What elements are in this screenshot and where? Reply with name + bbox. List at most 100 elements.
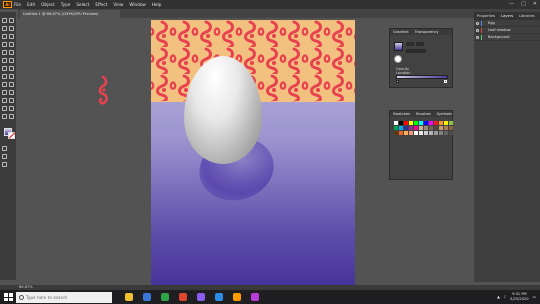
layer-row[interactable]: Leaf shadow (474, 27, 540, 34)
paintbrush-tool-icon[interactable] (9, 50, 14, 55)
rectangle-tool-icon[interactable] (2, 50, 7, 55)
volume-icon[interactable]: ♪ (504, 295, 506, 299)
hand-tool-icon[interactable] (2, 114, 7, 119)
artboard[interactable] (151, 20, 355, 285)
color-swatch[interactable] (439, 131, 443, 135)
tab-layers[interactable]: Layers (501, 12, 513, 20)
network-icon[interactable]: ▲ (497, 295, 500, 299)
close-icon[interactable]: ✕ (533, 1, 537, 7)
menu-object[interactable]: Object (41, 2, 55, 7)
type-tool-icon[interactable] (2, 42, 7, 47)
taskbar-clock[interactable]: 9:31 PM 5/25/2020 (510, 292, 528, 302)
gradient-type-radial-icon[interactable] (416, 42, 424, 46)
color-swatch[interactable] (434, 121, 438, 125)
color-swatch[interactable] (444, 126, 448, 130)
slice-tool-icon[interactable] (9, 106, 14, 111)
taskbar-search-input[interactable]: Type here to search (16, 291, 112, 303)
color-swatch[interactable] (444, 131, 448, 135)
color-swatch[interactable] (424, 131, 428, 135)
menu-type[interactable]: Type (61, 2, 71, 7)
eyedropper-tool-icon[interactable] (2, 98, 7, 103)
color-swatch[interactable] (409, 121, 413, 125)
tab-transparency[interactable]: Transparency (415, 29, 439, 35)
tab-gradient[interactable]: Gradient (393, 29, 409, 35)
rotate-tool-icon[interactable] (2, 66, 7, 71)
tab-libraries[interactable]: Libraries (519, 12, 535, 20)
mesh-tool-icon[interactable] (2, 90, 7, 95)
layer-row[interactable]: Egg (474, 20, 540, 27)
color-swatch[interactable] (419, 131, 423, 135)
swirl-motif-icon[interactable] (96, 75, 110, 105)
color-swatch[interactable] (429, 121, 433, 125)
eraser-tool-icon[interactable] (9, 58, 14, 63)
shape-builder-tool-icon[interactable] (2, 82, 7, 87)
color-swatch[interactable] (449, 126, 453, 130)
color-swatch[interactable] (394, 131, 398, 135)
gradient-slider[interactable] (396, 75, 448, 79)
visibility-eye-icon[interactable] (476, 22, 479, 25)
color-swatch[interactable] (399, 121, 403, 125)
screen-mode-icon[interactable] (2, 154, 7, 159)
color-swatch[interactable] (399, 126, 403, 130)
color-swatch[interactable] (404, 126, 408, 130)
angle-field[interactable] (406, 49, 426, 53)
width-tool-icon[interactable] (2, 74, 7, 79)
taskbar-app-icon[interactable] (251, 293, 259, 301)
shaper-tool-icon[interactable] (2, 58, 7, 63)
color-swatch[interactable] (434, 126, 438, 130)
scale-tool-icon[interactable] (9, 66, 14, 71)
zoom-tool-icon[interactable] (9, 114, 14, 119)
gradient-stop-start[interactable] (396, 80, 399, 83)
menu-help[interactable]: Help (152, 2, 162, 7)
color-swatch[interactable] (409, 131, 413, 135)
color-swatch[interactable] (404, 121, 408, 125)
taskbar-app-icon[interactable] (125, 293, 133, 301)
notifications-icon[interactable]: ▭ (533, 295, 536, 299)
color-swatch[interactable] (439, 121, 443, 125)
tab-properties[interactable]: Properties (477, 12, 495, 20)
color-swatch[interactable] (449, 121, 453, 125)
menu-effect[interactable]: Effect (95, 2, 107, 7)
minimize-icon[interactable]: — (509, 1, 514, 7)
menu-window[interactable]: Window (129, 2, 146, 7)
gradient-stop-end[interactable] (444, 80, 447, 83)
gradient-tool-icon[interactable] (9, 90, 14, 95)
taskbar-app-icon[interactable] (143, 293, 151, 301)
maximize-icon[interactable]: □ (521, 1, 526, 7)
color-swatch[interactable] (434, 131, 438, 135)
tab-symbols[interactable]: Symbols (437, 111, 452, 117)
color-swatch[interactable] (444, 121, 448, 125)
taskbar-app-icon[interactable] (161, 293, 169, 301)
zoom-level[interactable]: 66.67% (19, 285, 33, 289)
menu-edit[interactable]: Edit (27, 2, 35, 7)
stroke-gradient-icon[interactable] (394, 55, 402, 63)
lasso-tool-icon[interactable] (9, 26, 14, 31)
visibility-eye-icon[interactable] (476, 36, 479, 39)
tab-brushes[interactable]: Brushes (416, 111, 430, 117)
free-transform-tool-icon[interactable] (9, 74, 14, 79)
windows-start-icon[interactable] (2, 291, 14, 303)
document-tab[interactable]: Untitled-1 @ 66.67% (CMYK/GPU Preview) (20, 10, 120, 18)
gradient-preview-swatch[interactable] (394, 42, 403, 51)
perspective-grid-tool-icon[interactable] (9, 82, 14, 87)
color-swatch[interactable] (439, 126, 443, 130)
color-swatch[interactable] (409, 126, 413, 130)
taskbar-app-icon[interactable] (215, 293, 223, 301)
color-swatch[interactable] (414, 126, 418, 130)
color-swatch[interactable] (424, 126, 428, 130)
color-swatch[interactable] (394, 126, 398, 130)
color-swatch[interactable] (414, 131, 418, 135)
stroke-color-swatch[interactable] (8, 132, 15, 139)
menu-select[interactable]: Select (76, 2, 89, 7)
color-swatch[interactable] (429, 131, 433, 135)
draw-mode-icon[interactable] (2, 146, 7, 151)
artboard-tool-icon[interactable] (2, 106, 7, 111)
visibility-eye-icon[interactable] (476, 29, 479, 32)
color-swatch[interactable] (449, 131, 453, 135)
line-tool-icon[interactable] (9, 42, 14, 47)
selection-tool-icon[interactable] (2, 18, 7, 23)
color-swatch[interactable] (394, 121, 398, 125)
taskbar-app-icon[interactable] (197, 293, 205, 301)
pen-tool-icon[interactable] (2, 34, 7, 39)
color-swatch[interactable] (424, 121, 428, 125)
